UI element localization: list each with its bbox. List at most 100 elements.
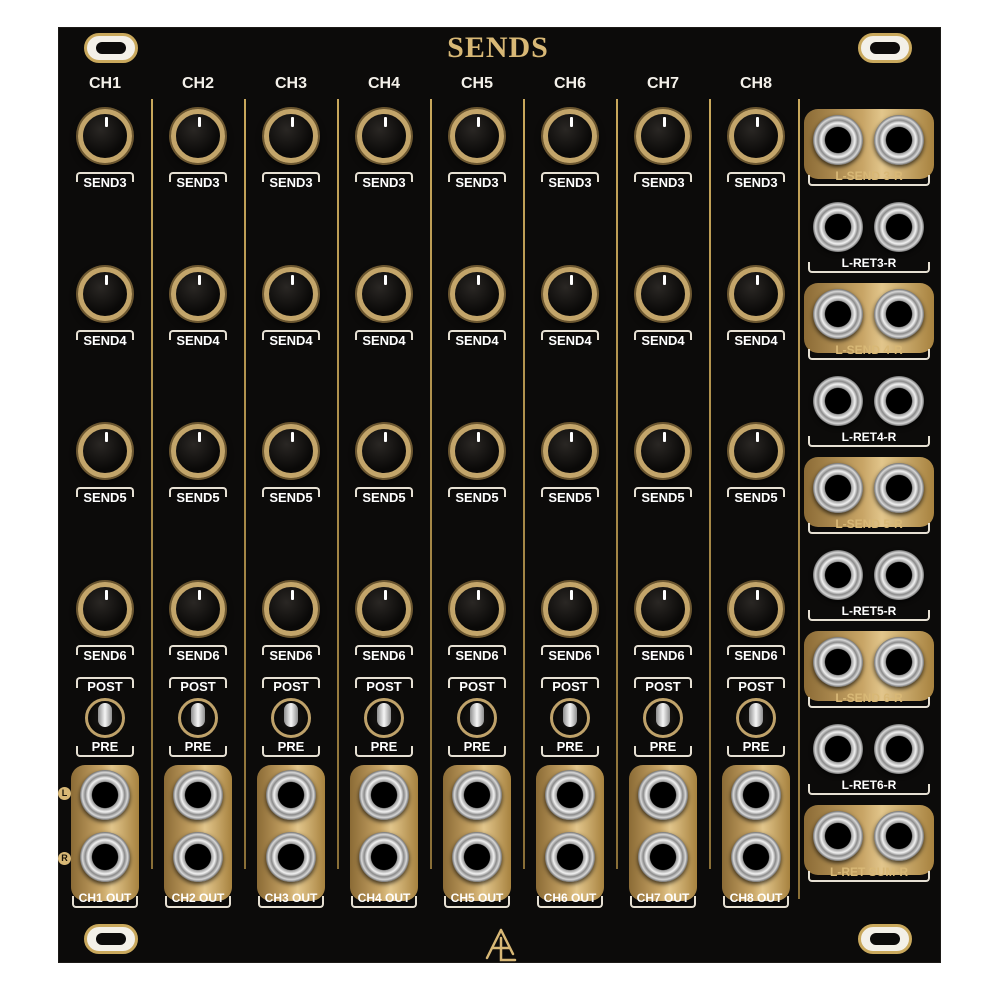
- send-knob[interactable]: [450, 582, 504, 636]
- knob-pointer: [384, 275, 387, 285]
- send-knob[interactable]: [543, 424, 597, 478]
- send-knob-label: SEND4: [631, 330, 695, 348]
- channel-out-left-jack[interactable]: [545, 770, 595, 820]
- send-knob[interactable]: [543, 267, 597, 321]
- send-knob-label: SEND4: [352, 330, 416, 348]
- label-bracket: [262, 746, 320, 757]
- return-left-jack[interactable]: [813, 289, 863, 339]
- send-knob[interactable]: [264, 424, 318, 478]
- pre-post-toggle-switch[interactable]: [271, 698, 311, 738]
- channel-out-right-jack[interactable]: [359, 832, 409, 882]
- send-knob-label: SEND3: [538, 172, 602, 190]
- send-knob[interactable]: [171, 424, 225, 478]
- return-jack-label: L-RET5-R: [804, 604, 934, 621]
- label-bracket: [723, 896, 789, 908]
- channel-out-left-jack[interactable]: [359, 770, 409, 820]
- channel-out-right-jack[interactable]: [266, 832, 316, 882]
- return-left-jack[interactable]: [813, 637, 863, 687]
- label-bracket: [634, 677, 692, 688]
- send-knob[interactable]: [729, 582, 783, 636]
- send-knob[interactable]: [264, 582, 318, 636]
- send-knob[interactable]: [636, 267, 690, 321]
- channel-out-label: CH2 OUT: [163, 891, 233, 908]
- toggle-pre-label: PRE: [259, 739, 323, 757]
- return-right-jack[interactable]: [874, 724, 924, 774]
- pre-post-toggle-switch[interactable]: [85, 698, 125, 738]
- knob-pointer: [291, 117, 294, 127]
- return-left-jack[interactable]: [813, 202, 863, 252]
- label-bracket: [448, 677, 506, 688]
- label-bracket: [808, 871, 930, 882]
- return-left-jack[interactable]: [813, 550, 863, 600]
- send-knob[interactable]: [543, 582, 597, 636]
- send-knob[interactable]: [450, 267, 504, 321]
- send-knob[interactable]: [78, 267, 132, 321]
- send-knob[interactable]: [171, 267, 225, 321]
- return-right-jack[interactable]: [874, 376, 924, 426]
- return-right-jack[interactable]: [874, 637, 924, 687]
- channel-out-right-jack[interactable]: [173, 832, 223, 882]
- pre-post-toggle-switch[interactable]: [643, 698, 683, 738]
- channel-out-right-jack[interactable]: [731, 832, 781, 882]
- return-jack-label: L-RET SUM-R: [804, 865, 934, 882]
- send-knob[interactable]: [636, 424, 690, 478]
- return-right-jack[interactable]: [874, 202, 924, 252]
- channel-out-left-jack[interactable]: [173, 770, 223, 820]
- return-right-jack[interactable]: [874, 463, 924, 513]
- label-bracket: [76, 172, 134, 182]
- send-knob-label: SEND6: [538, 645, 602, 663]
- send-knob[interactable]: [171, 109, 225, 163]
- send-knob[interactable]: [543, 109, 597, 163]
- send-knob-label: SEND6: [445, 645, 509, 663]
- channel-out-left-jack[interactable]: [266, 770, 316, 820]
- send-knob[interactable]: [357, 424, 411, 478]
- channel-out-left-jack[interactable]: [452, 770, 502, 820]
- label-bracket: [448, 172, 506, 182]
- send-knob[interactable]: [357, 109, 411, 163]
- channel-out-left-jack[interactable]: [80, 770, 130, 820]
- label-bracket: [76, 746, 134, 757]
- channel-out-right-jack[interactable]: [545, 832, 595, 882]
- pre-post-toggle-switch[interactable]: [364, 698, 404, 738]
- knob-pointer: [198, 590, 201, 600]
- pre-post-toggle-switch[interactable]: [736, 698, 776, 738]
- return-right-jack[interactable]: [874, 811, 924, 861]
- return-left-jack[interactable]: [813, 115, 863, 165]
- pre-post-toggle-switch[interactable]: [178, 698, 218, 738]
- label-bracket: [808, 349, 930, 360]
- send-knob[interactable]: [78, 582, 132, 636]
- send-knob[interactable]: [729, 267, 783, 321]
- pre-post-toggle-switch[interactable]: [457, 698, 497, 738]
- pre-post-toggle-switch[interactable]: [550, 698, 590, 738]
- send-knob[interactable]: [636, 109, 690, 163]
- label-bracket: [541, 645, 599, 655]
- return-left-jack[interactable]: [813, 724, 863, 774]
- return-left-jack[interactable]: [813, 811, 863, 861]
- send-knob[interactable]: [264, 109, 318, 163]
- send-knob[interactable]: [450, 109, 504, 163]
- channel-out-left-jack[interactable]: [731, 770, 781, 820]
- label-bracket: [165, 896, 231, 908]
- send-knob[interactable]: [450, 424, 504, 478]
- return-right-jack[interactable]: [874, 289, 924, 339]
- send-knob[interactable]: [171, 582, 225, 636]
- label-bracket: [169, 746, 227, 757]
- send-knob[interactable]: [78, 424, 132, 478]
- toggle-post-label: POST: [166, 677, 230, 694]
- channel-out-right-jack[interactable]: [452, 832, 502, 882]
- return-right-jack[interactable]: [874, 550, 924, 600]
- send-knob[interactable]: [357, 267, 411, 321]
- return-left-jack[interactable]: [813, 463, 863, 513]
- channel-out-right-jack[interactable]: [638, 832, 688, 882]
- channel-out-left-jack[interactable]: [638, 770, 688, 820]
- return-left-jack[interactable]: [813, 376, 863, 426]
- return-right-jack[interactable]: [874, 115, 924, 165]
- send-knob[interactable]: [264, 267, 318, 321]
- send-knob[interactable]: [78, 109, 132, 163]
- send-knob[interactable]: [636, 582, 690, 636]
- send-knob[interactable]: [357, 582, 411, 636]
- send-knob[interactable]: [729, 109, 783, 163]
- knob-pointer: [198, 275, 201, 285]
- channel-out-right-jack[interactable]: [80, 832, 130, 882]
- send-knob[interactable]: [729, 424, 783, 478]
